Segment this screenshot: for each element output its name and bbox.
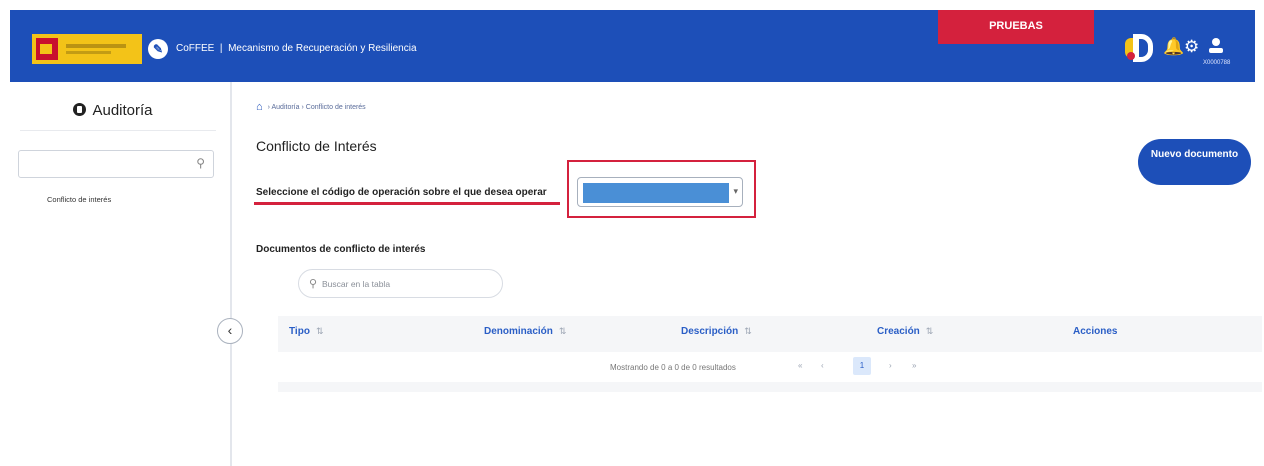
table-search-placeholder: Buscar en la tabla [322,279,391,289]
first-page-button[interactable]: « [798,361,802,370]
user-code: X0000788 [1203,60,1231,66]
sidebar-search-input[interactable]: ⚲ [18,150,214,178]
sidebar: Auditoría ⚲ Conflicto de interés [10,82,232,466]
breadcrumb-item: Conflicto de interés [305,104,366,111]
prtr-logo [1125,34,1155,62]
collapse-sidebar-button[interactable]: ‹ [217,318,243,344]
column-header-denominacion[interactable]: Denominación ⇅ [484,326,566,337]
search-icon: ⚲ [309,278,318,290]
pagination-row: Mostrando de 0 a 0 de 0 resultados « ‹ 1… [278,352,1262,382]
annotation-highlight-box [567,160,756,218]
shield-icon [73,103,87,116]
sidebar-title: Auditoría [10,102,216,119]
column-header-descripcion[interactable]: Descripción ⇅ [681,326,752,337]
annotation-underline [254,202,560,205]
documents-table: Tipo ⇅ Denominación ⇅ Descripción ⇅ Creació… [278,316,1262,392]
pagination-summary: Mostrando de 0 a 0 de 0 resultados [610,363,736,372]
column-header-creacion[interactable]: Creación ⇅ [877,326,933,337]
gear-icon[interactable]: ⚙ [1184,37,1199,57]
last-page-button[interactable]: » [912,361,916,370]
user-icon[interactable] [1208,37,1224,60]
home-icon[interactable]: ⌂ [256,101,263,113]
government-logo [32,34,142,64]
sort-icon[interactable]: ⇅ [559,326,567,336]
coffee-app-icon: ✎ [148,39,168,59]
breadcrumb: ⌂ › Auditoría › Conflicto de interés [256,101,366,113]
column-header-acciones: Acciones [1073,326,1118,337]
divider [20,130,216,131]
next-page-button[interactable]: › [889,361,892,370]
page-number-button[interactable]: 1 [853,357,871,375]
sort-icon[interactable]: ⇅ [316,326,324,336]
sidebar-item-conflicto-de-interes[interactable]: Conflicto de interés [47,195,111,204]
table-search-input[interactable]: ⚲ Buscar en la tabla [298,269,503,298]
search-icon: ⚲ [196,156,205,170]
app-title: CoFFEE | Mecanismo de Recuperación y Res… [176,43,417,54]
sort-icon[interactable]: ⇅ [744,326,752,336]
new-document-button[interactable]: Nuevo documento [1138,139,1251,185]
column-header-tipo[interactable]: Tipo ⇅ [289,326,323,337]
sort-icon[interactable]: ⇅ [926,326,934,336]
documents-subtitle: Documentos de conflicto de interés [256,244,426,255]
prev-page-button[interactable]: ‹ [821,361,824,370]
environment-badge: PRUEBAS [938,10,1094,44]
operation-select-label: Seleccione el código de operación sobre … [256,187,547,198]
breadcrumb-item[interactable]: Auditoría [272,104,300,111]
page-title: Conflicto de Interés [256,138,377,154]
bell-icon[interactable]: 🔔 [1163,37,1184,57]
top-bar: ✎ CoFFEE | Mecanismo de Recuperación y R… [10,10,1255,82]
